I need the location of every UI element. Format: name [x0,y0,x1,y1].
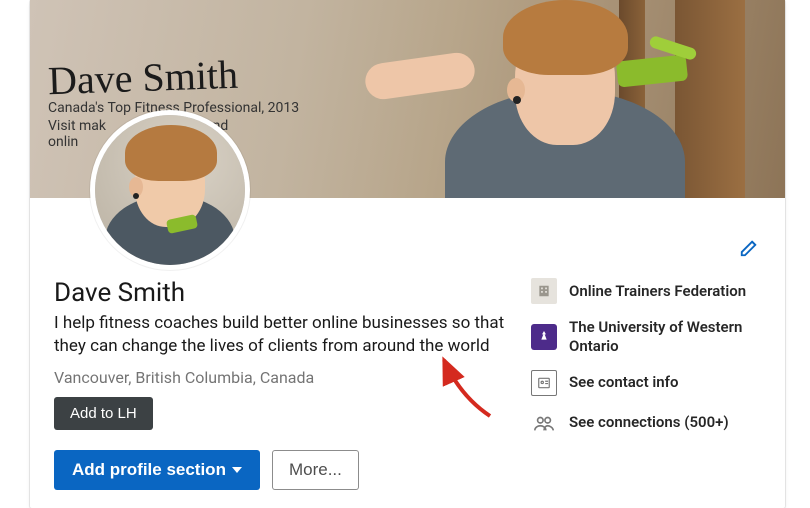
company-name: Online Trainers Federation [569,282,746,301]
school-row[interactable]: The University of Western Ontario [531,318,761,356]
chevron-down-icon [232,467,242,473]
cover-hero-figure [385,0,745,198]
add-profile-section-label: Add profile section [72,460,226,480]
cover-signature: Dave Smith [47,51,239,105]
profile-name: Dave Smith [54,278,507,308]
profile-card: Dave Smith Canada's Top Fitness Professi… [30,0,785,508]
connections-row[interactable]: See connections (500+) [531,410,761,436]
profile-headline: I help fitness coaches build better onli… [54,312,507,358]
connections-label: See connections (500+) [569,413,729,432]
profile-body: Dave Smith I help fitness coaches build … [30,198,785,508]
contact-info-label: See contact info [569,373,679,392]
company-icon [531,278,557,304]
add-to-lh-button[interactable]: Add to LH [54,397,153,430]
school-icon [531,324,557,350]
more-button[interactable]: More... [272,450,359,490]
connections-icon [531,410,557,436]
company-row[interactable]: Online Trainers Federation [531,278,761,304]
profile-sidebar: Online Trainers Federation The Universit… [531,278,761,490]
contact-card-icon [531,370,557,396]
contact-info-row[interactable]: See contact info [531,370,761,396]
profile-location: Vancouver, British Columbia, Canada [54,368,507,387]
school-name: The University of Western Ontario [569,318,761,356]
edit-icon[interactable] [739,236,761,262]
add-profile-section-button[interactable]: Add profile section [54,450,260,490]
